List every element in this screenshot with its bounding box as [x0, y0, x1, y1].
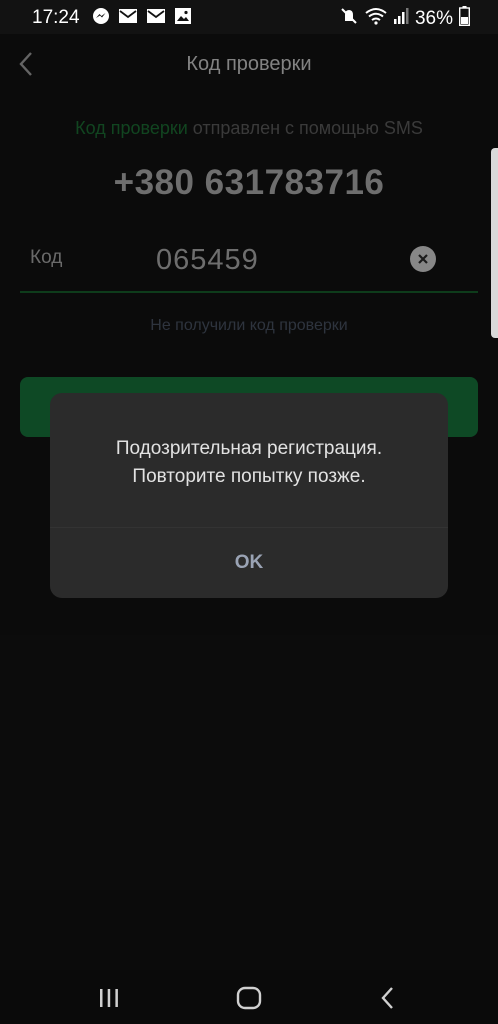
- wifi-icon: [365, 7, 387, 30]
- battery-percent: 36%: [414, 7, 453, 29]
- recent-apps-icon: [100, 989, 118, 1007]
- alert-dialog: Подозрительная регистрация. Повторите по…: [50, 393, 448, 598]
- image-icon: [174, 7, 192, 30]
- dialog-message-line: Подозрительная регистрация.: [115, 438, 383, 459]
- home-button[interactable]: [227, 978, 271, 1018]
- nav-back-button[interactable]: [366, 978, 410, 1018]
- recent-apps-button[interactable]: [87, 978, 131, 1018]
- battery-icon: [458, 6, 471, 31]
- dialog-message: Подозрительная регистрация. Повторите по…: [50, 435, 448, 491]
- messenger-icon: [92, 7, 110, 30]
- home-icon: [236, 986, 262, 1010]
- status-time: 17:24: [32, 7, 80, 28]
- system-icons: 36%: [339, 6, 471, 31]
- edge-panel-handle[interactable]: [491, 148, 498, 338]
- dialog-message-line: Повторите попытку позже.: [132, 466, 366, 487]
- mail-icon: [118, 7, 138, 30]
- navigation-bar: [0, 970, 498, 1024]
- signal-icon: [393, 7, 409, 30]
- notification-icons: [92, 7, 192, 30]
- mail-icon: [146, 7, 166, 30]
- back-icon: [381, 987, 393, 1009]
- screen: 17:24 36% Код проверки Код проверки отпр…: [0, 0, 498, 1024]
- status-bar: 17:24 36%: [0, 0, 498, 34]
- ok-button[interactable]: OK: [50, 528, 448, 598]
- mute-icon: [339, 6, 359, 31]
